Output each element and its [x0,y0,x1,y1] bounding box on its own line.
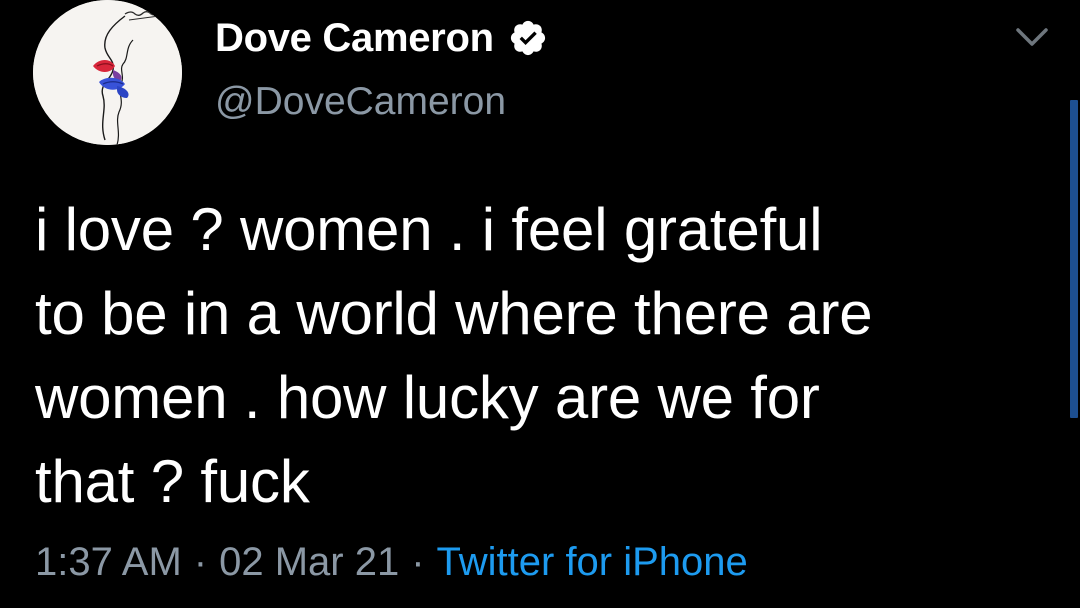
tweet-text-line: i love ? women . i feel grateful [35,196,823,263]
tweet-source-link[interactable]: Twitter for iPhone [437,540,748,585]
display-name[interactable]: Dove Cameron [215,16,494,61]
user-handle[interactable]: @DoveCameron [215,80,506,124]
tweet-metadata: 1:37 AM · 02 Mar 21 · Twitter for iPhone [35,536,748,588]
tweet-card: Dove Cameron @DoveCameron i love ? women… [0,0,1080,608]
chevron-down-icon[interactable] [1012,22,1052,52]
tweet-date[interactable]: 02 Mar 21 [219,540,399,585]
tweet-text-line: that ? fuck [35,448,310,515]
author-name-row[interactable]: Dove Cameron [215,12,548,64]
scroll-indicator [1070,100,1078,418]
meta-separator: · [193,539,208,584]
tweet-time[interactable]: 1:37 AM [35,540,182,585]
tweet-text-line: women . how lucky are we for [35,364,820,431]
avatar[interactable] [33,0,182,145]
meta-separator: · [411,539,425,584]
tweet-text-line: to be in a world where there are [35,280,873,347]
avatar-illustration [33,0,182,145]
verified-badge-icon [510,20,545,56]
tweet-text: i love ? women . i feel grateful to be i… [35,188,1015,524]
